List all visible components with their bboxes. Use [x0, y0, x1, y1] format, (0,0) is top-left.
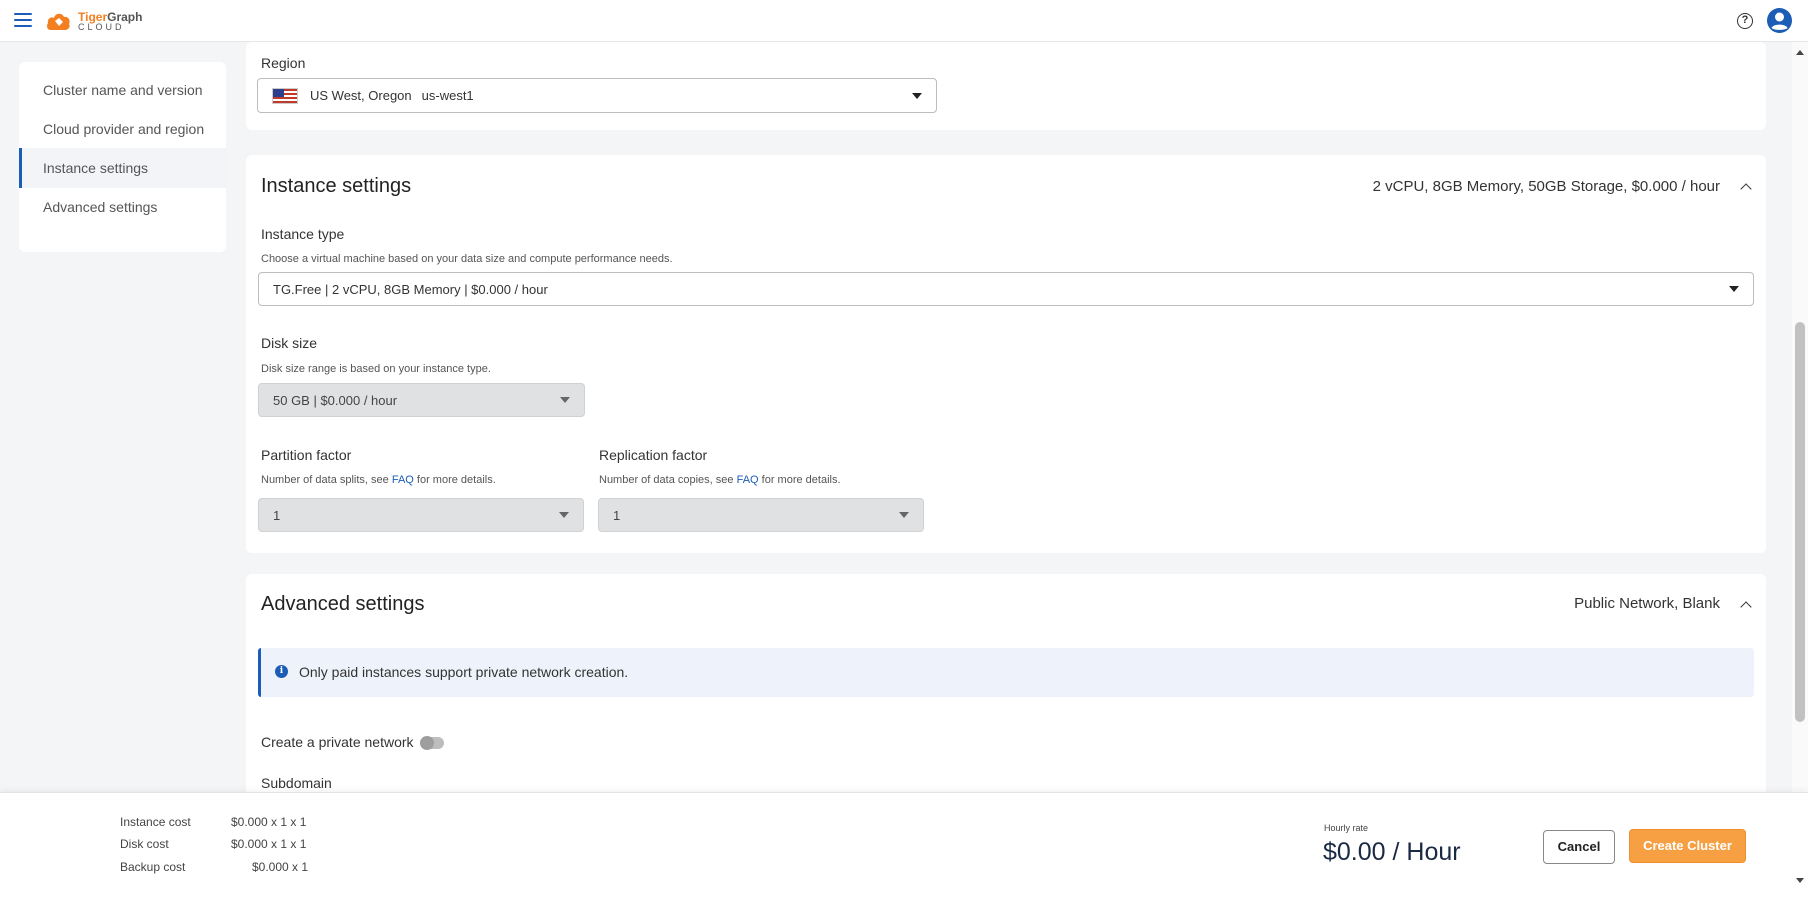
nav-item-instance-settings[interactable]: Instance settings	[19, 148, 226, 188]
chevron-down-icon	[559, 512, 569, 518]
tigergraph-cloud-logo-icon	[47, 13, 70, 30]
info-banner-text: Only paid instances support private netw…	[299, 664, 629, 680]
instance-type-select[interactable]: TG.Free | 2 vCPU, 8GB Memory | $0.000 / …	[258, 272, 1754, 306]
nav-item-advanced-settings[interactable]: Advanced settings	[19, 187, 226, 227]
chevron-down-icon	[912, 92, 922, 99]
partition-factor-select[interactable]: 1	[258, 498, 584, 532]
cancel-button[interactable]: Cancel	[1543, 830, 1615, 864]
logo-subtitle: CLOUD	[78, 21, 125, 32]
region-code: us-west1	[421, 88, 474, 103]
chevron-down-icon	[1729, 286, 1739, 292]
subdomain-label: Subdomain	[261, 775, 332, 791]
replication-factor-value: 1	[613, 507, 621, 523]
backup-cost-label: Backup cost	[120, 860, 186, 874]
page-scrollbar[interactable]	[1792, 42, 1808, 792]
advanced-settings-panel: Advanced settings Public Network, Blank …	[246, 574, 1766, 814]
cost-footer: Instance cost $0.000 x 1 x 1 Disk cost $…	[0, 792, 1808, 898]
partition-factor-hint: Number of data splits, see FAQ for more …	[261, 474, 496, 486]
scroll-up-arrow-icon[interactable]	[1796, 50, 1804, 55]
instance-settings-title: Instance settings	[261, 175, 412, 197]
instance-cost-value: $0.000 x 1 x 1	[231, 815, 307, 829]
partition-factor-label: Partition factor	[261, 447, 352, 463]
region-name: US West, Oregon	[310, 88, 412, 103]
advanced-settings-title: Advanced settings	[261, 593, 425, 615]
disk-cost-value: $0.000 x 1 x 1	[231, 837, 307, 851]
chevron-down-icon	[899, 512, 909, 518]
chevron-up-icon[interactable]	[1740, 183, 1752, 195]
disk-size-hint: Disk size range is based on your instanc…	[261, 363, 491, 375]
info-icon: i	[275, 665, 288, 678]
advanced-summary: Public Network, Blank	[1574, 595, 1720, 612]
replication-factor-select[interactable]: 1	[598, 498, 924, 532]
private-network-label: Create a private network	[261, 734, 414, 750]
settings-nav: Cluster name and version Cloud provider …	[19, 62, 226, 252]
help-circle-icon[interactable]: ?	[1737, 13, 1753, 29]
hamburger-menu-icon[interactable]	[14, 13, 32, 29]
chevron-down-icon	[560, 397, 570, 403]
us-flag-icon	[272, 87, 298, 104]
chevron-up-icon[interactable]	[1740, 601, 1752, 613]
replication-faq-link[interactable]: FAQ	[737, 474, 759, 486]
instance-type-value: TG.Free | 2 vCPU, 8GB Memory | $0.000 / …	[273, 281, 548, 297]
replication-factor-hint: Number of data copies, see FAQ for more …	[599, 474, 841, 486]
instance-settings-panel: Instance settings 2 vCPU, 8GB Memory, 50…	[246, 155, 1766, 553]
partition-hint-text: Number of data splits, see	[261, 474, 392, 486]
scrollbar-thumb[interactable]	[1795, 322, 1805, 722]
info-banner: i Only paid instances support private ne…	[258, 648, 1754, 697]
create-cluster-button[interactable]: Create Cluster	[1629, 829, 1746, 863]
private-network-toggle[interactable]	[420, 736, 444, 750]
partition-hint-text-end: for more details.	[413, 474, 496, 486]
scroll-down-arrow-icon[interactable]	[1796, 878, 1804, 883]
account-circle-icon[interactable]	[1766, 7, 1793, 34]
replication-factor-label: Replication factor	[599, 447, 708, 463]
partition-factor-value: 1	[273, 507, 281, 523]
region-panel: Region US West, Oregon us-west1	[246, 42, 1766, 130]
tigergraph-logo[interactable]: TigerGraph CLOUD	[46, 6, 142, 36]
instance-cost-label: Instance cost	[120, 815, 191, 829]
region-select[interactable]: US West, Oregon us-west1	[257, 78, 937, 113]
backup-cost-value: $0.000 x 1	[252, 860, 309, 874]
hourly-rate-value: $0.00 / Hour	[1323, 838, 1461, 866]
nav-item-cluster-name[interactable]: Cluster name and version	[19, 70, 226, 110]
replication-hint-text-end: for more details.	[758, 474, 841, 486]
replication-hint-text: Number of data copies, see	[599, 474, 737, 486]
hourly-rate-label: Hourly rate	[1324, 823, 1369, 833]
top-bar: TigerGraph CLOUD ?	[0, 0, 1808, 42]
instance-type-label: Instance type	[261, 226, 345, 242]
nav-item-cloud-provider[interactable]: Cloud provider and region	[19, 109, 226, 149]
disk-cost-label: Disk cost	[120, 837, 169, 851]
disk-size-select[interactable]: 50 GB | $0.000 / hour	[258, 383, 585, 417]
instance-type-hint: Choose a virtual machine based on your d…	[261, 253, 673, 265]
disk-size-value: 50 GB | $0.000 / hour	[273, 392, 398, 408]
partition-faq-link[interactable]: FAQ	[392, 474, 414, 486]
region-label: Region	[261, 55, 306, 71]
instance-summary: 2 vCPU, 8GB Memory, 50GB Storage, $0.000…	[1372, 178, 1720, 195]
disk-size-label: Disk size	[261, 335, 318, 351]
